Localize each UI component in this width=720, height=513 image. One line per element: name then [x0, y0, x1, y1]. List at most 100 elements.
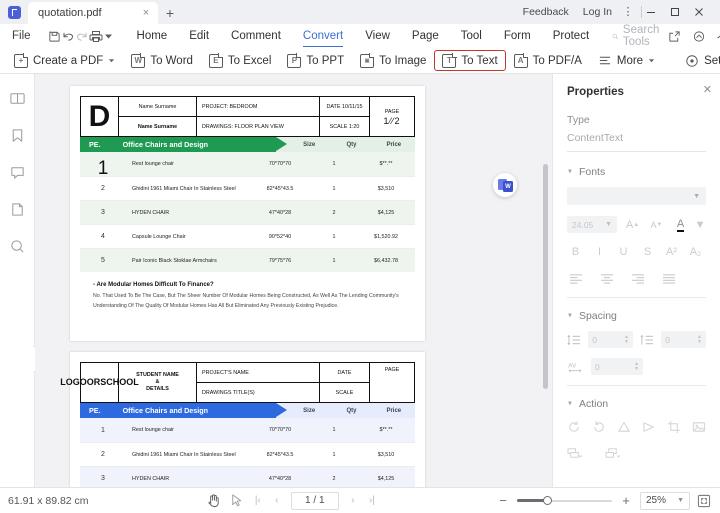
subscript-button[interactable]: A₂ [687, 243, 704, 260]
crop-icon[interactable] [666, 419, 681, 435]
rotate-left-icon[interactable] [567, 419, 582, 435]
zoom-out-button[interactable]: − [495, 493, 511, 508]
tab-close-icon[interactable]: × [140, 7, 152, 19]
maximize-button[interactable] [670, 7, 694, 17]
menu-page[interactable]: Page [401, 24, 450, 48]
align-left-button[interactable] [567, 270, 584, 287]
font-family-select[interactable]: ▼ [567, 187, 706, 205]
table-row[interactable]: 2 Ghidini 1961 Miami Chair In Stainless … [80, 442, 415, 466]
font-color-button[interactable]: A [672, 216, 689, 233]
align-justify-button[interactable] [660, 270, 677, 287]
decrease-font-size-button[interactable]: A▼ [648, 216, 665, 233]
menu-edit[interactable]: Edit [178, 24, 220, 48]
bookmark-icon[interactable] [7, 125, 27, 145]
previous-page-button[interactable]: ‹ [269, 491, 285, 511]
rotate-right-icon[interactable] [592, 419, 607, 435]
paragraph-spacing-input[interactable]: 0 ▲▼ [661, 331, 706, 348]
font-color-dropdown-icon[interactable]: ▼ [696, 216, 704, 233]
menu-protect[interactable]: Protect [542, 24, 600, 48]
fit-page-icon[interactable] [696, 493, 712, 509]
file-menu[interactable]: File [0, 30, 40, 42]
faq-body[interactable]: No. That Used To Be The Case, But The Sh… [93, 292, 402, 311]
ribbon-to-excel[interactable]: E To Excel [201, 50, 279, 71]
table-row[interactable]: 1 Rest lounge chair 70*70*70 1 $**.** [80, 418, 415, 442]
document-page-2[interactable]: LOGO OR SCHOOL STUDENT NAME & DETAILS PR… [70, 352, 425, 487]
new-tab-button[interactable]: + [158, 2, 182, 24]
document-canvas[interactable]: D Name Surname Name Surname PROJECT: BED… [35, 74, 552, 487]
ribbon-settings[interactable]: Settings [677, 50, 720, 71]
align-right-button[interactable] [629, 270, 646, 287]
save-icon[interactable] [48, 26, 61, 46]
table-row[interactable]: 4 Capsule Lounge Chair 90*52*40 1 $1,520… [80, 224, 415, 248]
flip-icon[interactable] [617, 419, 632, 435]
menu-form[interactable]: Form [493, 24, 542, 48]
quick-access-dropdown-icon[interactable] [103, 26, 114, 46]
redo-icon[interactable] [75, 26, 89, 46]
ribbon-to-word[interactable]: W To Word [123, 50, 201, 71]
undo-icon[interactable] [61, 26, 75, 46]
next-page-button[interactable]: › [345, 491, 361, 511]
document-page-1[interactable]: D Name Surname Name Surname PROJECT: BED… [70, 86, 425, 341]
attachment-icon[interactable] [7, 199, 27, 219]
replace-image-icon[interactable] [691, 419, 706, 435]
more-options-icon[interactable]: ⋮ [619, 0, 637, 24]
spacing-section-header[interactable]: ▼ Spacing [567, 310, 706, 322]
collapse-ribbon-icon[interactable] [712, 26, 720, 46]
strikethrough-button[interactable]: S [639, 243, 656, 260]
search-icon[interactable] [7, 236, 27, 256]
table-row[interactable]: 3 HYDEN CHAIR 47*40*28 2 $4,125 [80, 200, 415, 224]
action-section-header[interactable]: ▼ Action [567, 398, 706, 410]
stepper-arrows[interactable]: ▲▼ [634, 362, 639, 372]
italic-button[interactable]: I [591, 243, 608, 260]
zoom-slider[interactable] [517, 495, 612, 507]
ribbon-to-ppt[interactable]: P To PPT [279, 50, 352, 71]
select-tool-icon[interactable] [227, 491, 247, 511]
close-button[interactable] [694, 7, 718, 17]
canvas-vertical-scrollbar[interactable] [543, 164, 548, 389]
send-icon[interactable] [641, 419, 656, 435]
search-tools-input[interactable]: Search Tools [612, 24, 663, 48]
first-page-button[interactable]: |‹ [250, 491, 266, 511]
minimize-button[interactable] [646, 7, 670, 17]
menu-view[interactable]: View [354, 24, 401, 48]
arrange-backward-icon[interactable] [605, 445, 621, 461]
page-indicator[interactable]: 1 / 1 [291, 492, 339, 510]
menu-tool[interactable]: Tool [450, 24, 493, 48]
letter-spacing-input[interactable]: 0 ▲▼ [591, 358, 643, 375]
line-spacing-input[interactable]: 0 ▲▼ [588, 331, 633, 348]
menu-convert[interactable]: Convert [292, 24, 354, 48]
increase-font-size-button[interactable]: A▲ [624, 216, 641, 233]
zoom-in-button[interactable]: + [618, 493, 634, 508]
table-row[interactable]: 1 Rest lounge chair 70*70*70 1 $**.** [80, 152, 415, 176]
menu-home[interactable]: Home [126, 24, 179, 48]
feedback-link[interactable]: Feedback [516, 0, 576, 24]
font-size-select[interactable]: 24.05 ▼ [567, 216, 617, 233]
ribbon-to-text[interactable]: T To Text [434, 50, 505, 71]
align-center-button[interactable] [598, 270, 615, 287]
fonts-section-header[interactable]: ▼ Fonts [567, 166, 706, 178]
stepper-arrows[interactable]: ▲▼ [624, 335, 629, 345]
menu-comment[interactable]: Comment [220, 24, 292, 48]
ribbon-more[interactable]: More [590, 50, 663, 71]
table-row[interactable]: 2 Ghidini 1961 Miami Chair In Stainless … [80, 176, 415, 200]
cloud-upload-icon[interactable] [688, 26, 710, 46]
ribbon-to-pdfa[interactable]: A To PDF/A [506, 50, 590, 71]
document-tab[interactable]: quotation.pdf × [28, 2, 158, 24]
hand-tool-icon[interactable] [204, 491, 224, 511]
comment-icon[interactable] [7, 162, 27, 182]
arrange-forward-icon[interactable] [567, 445, 583, 461]
ribbon-create-a-pdf[interactable]: + Create a PDF [6, 50, 123, 71]
thumbnails-icon[interactable] [7, 88, 27, 108]
convert-to-word-badge-icon[interactable]: W [493, 173, 517, 197]
table-row[interactable]: 3 HYDEN CHAIR 47*40*28 2 $4,125 [80, 466, 415, 487]
underline-button[interactable]: U [615, 243, 632, 260]
login-link[interactable]: Log In [576, 0, 619, 24]
share-icon[interactable] [664, 26, 686, 46]
superscript-button[interactable]: A² [663, 243, 680, 260]
last-page-button[interactable]: ›| [364, 491, 380, 511]
close-icon[interactable]: ✕ [703, 83, 712, 96]
table-row[interactable]: 5 Pair Iconic Black Stoklae Armchairs 79… [80, 248, 415, 272]
ribbon-to-image[interactable]: ▣ To Image [352, 50, 434, 71]
zoom-level-select[interactable]: 25% ▼ [640, 492, 690, 510]
stepper-arrows[interactable]: ▲▼ [697, 335, 702, 345]
